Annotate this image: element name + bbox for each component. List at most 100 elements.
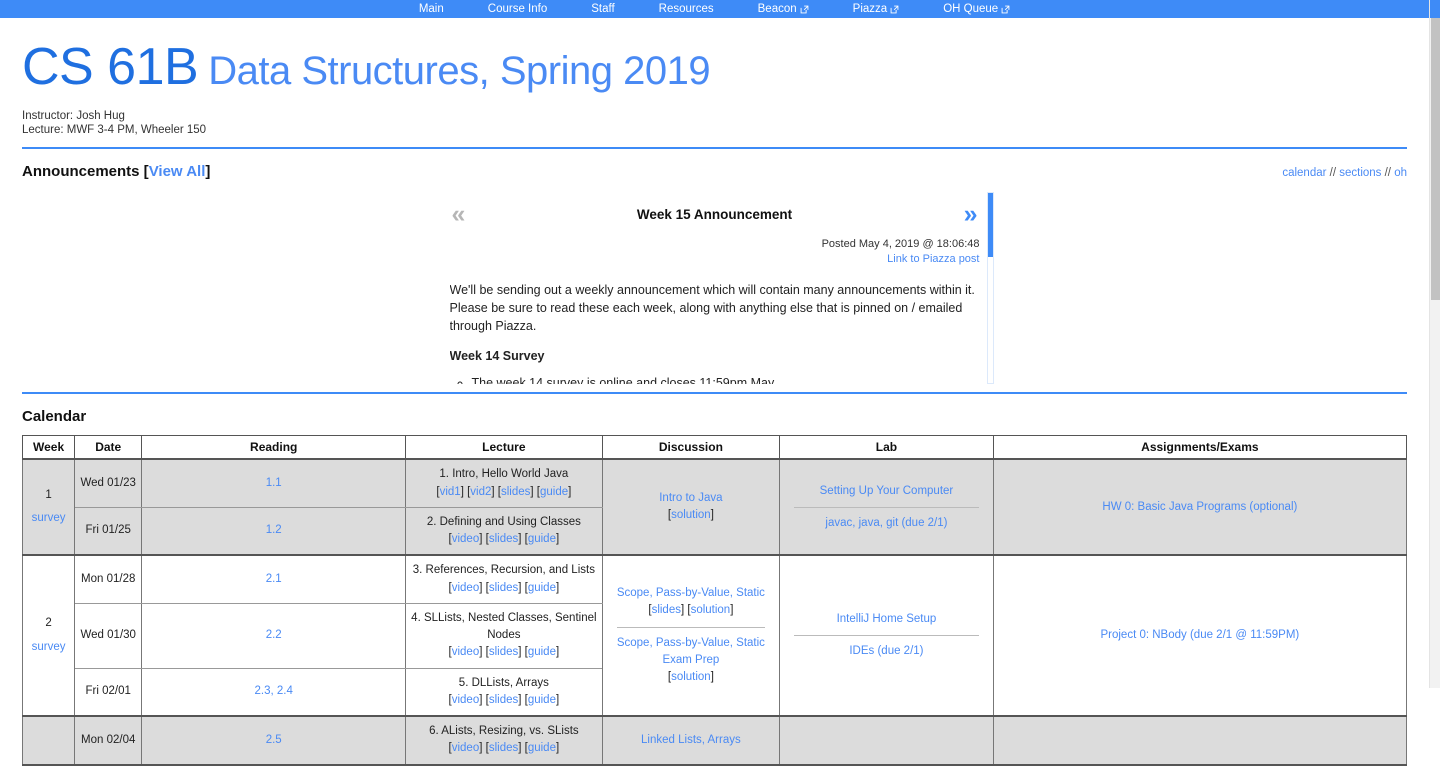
resource-link-guide[interactable]: guide xyxy=(528,646,556,658)
lecture-title: 1. Intro, Hello World Java xyxy=(439,468,569,481)
course-subtitle: Data Structures, Spring 2019 xyxy=(208,49,711,93)
calendar-table: Week Date Reading Lecture Discussion Lab Assig… xyxy=(21,435,1408,766)
week-cell: 1 survey xyxy=(21,458,76,556)
resource-link-slides[interactable]: slides xyxy=(489,742,518,754)
lab-link[interactable]: IDEs (due 2/1) xyxy=(849,645,923,657)
resource-link-slides[interactable]: slides xyxy=(501,486,530,498)
resource-link-video[interactable]: video xyxy=(452,582,480,594)
resource-link-guide[interactable]: guide xyxy=(528,533,556,545)
sections-link[interactable]: sections xyxy=(1339,167,1381,179)
resource-link-slides[interactable]: slides xyxy=(489,694,518,706)
resource-link-guide[interactable]: guide xyxy=(528,582,556,594)
date-cell: Wed 01/30 xyxy=(74,602,143,669)
quick-links: calendar // sections // oh xyxy=(1282,167,1407,179)
resource-link-solution[interactable]: solution xyxy=(671,509,711,521)
resource-link-video[interactable]: video xyxy=(452,742,480,754)
resource-link-slides[interactable]: slides xyxy=(489,646,518,658)
resource-link-video[interactable]: video xyxy=(452,694,480,706)
calendar-column-header-reading: Reading xyxy=(141,435,407,460)
window-scrollbar[interactable] xyxy=(1429,0,1440,688)
resource-link-solution[interactable]: solution xyxy=(671,671,711,683)
discussion-entry: Intro to Java [solution] xyxy=(607,490,776,525)
lab-link[interactable]: IntelliJ Home Setup xyxy=(837,613,937,625)
announcement-posted-block: Posted May 4, 2019 @ 18:06:48 Link to Pi… xyxy=(450,237,980,267)
lab-link[interactable]: javac, java, git (due 2/1) xyxy=(825,517,947,529)
lab-link[interactable]: Setting Up Your Computer xyxy=(820,485,954,497)
resource-link-vid1[interactable]: vid1 xyxy=(440,486,461,498)
resource-link-slides[interactable]: slides xyxy=(652,604,681,616)
nav-item-label: Piazza xyxy=(852,3,888,15)
assignments-cell: Project 0: NBody (due 2/1 @ 11:59PM) xyxy=(992,554,1408,717)
assignment-link[interactable]: HW 0: Basic Java Programs (optional) xyxy=(1102,501,1297,513)
assignments-cell xyxy=(992,715,1408,766)
instructor-line: Instructor: Josh Hug xyxy=(22,109,125,122)
nav-item-label: Course Info xyxy=(487,3,548,15)
calendar-table-head: Week Date Reading Lecture Discussion Lab Assig… xyxy=(21,435,1408,460)
resource-link-list: [video] [slides] [guide] xyxy=(449,646,560,658)
date-cell: Wed 01/23 xyxy=(74,458,143,508)
oh-link[interactable]: oh xyxy=(1394,167,1407,179)
resource-link-guide[interactable]: guide xyxy=(528,742,556,754)
reading-link[interactable]: 1.1 xyxy=(266,477,282,489)
lecture-title: 2. Defining and Using Classes xyxy=(426,515,581,528)
view-all-link[interactable]: View All xyxy=(149,163,206,180)
next-announcement-icon[interactable]: » xyxy=(962,202,980,227)
cell-divider xyxy=(794,506,979,508)
course-header: CS 61B Data Structures, Spring 2019 Instr… xyxy=(22,18,1407,150)
reading-link[interactable]: 2.3, 2.4 xyxy=(255,685,293,697)
nav-item-resources[interactable]: Resources xyxy=(637,0,736,18)
resource-link-guide[interactable]: guide xyxy=(528,694,556,706)
discussion-link[interactable]: Scope, Pass-by-Value, Static Exam Prep xyxy=(617,637,765,666)
lecture-cell: 6. ALists, Resizing, vs. SLists [video] [… xyxy=(405,715,603,766)
lab-cell: IntelliJ Home Setup IDEs (due 2/1) xyxy=(779,554,994,717)
reading-cell: 2.1 xyxy=(141,554,407,604)
lab-entry: IntelliJ Home Setup xyxy=(784,611,989,628)
discussion-link[interactable]: Linked Lists, Arrays xyxy=(641,734,741,746)
bracket-close: ] xyxy=(555,693,560,706)
resource-link-guide[interactable]: guide xyxy=(540,486,568,498)
assignment-link[interactable]: Project 0: NBody (due 2/1 @ 11:59PM) xyxy=(1100,629,1299,641)
resource-link-slides[interactable]: slides xyxy=(489,533,518,545)
calendar-link[interactable]: calendar xyxy=(1282,167,1326,179)
nav-item-label: Resources xyxy=(658,3,714,15)
announcement-scrollbar[interactable] xyxy=(986,192,994,385)
announcement-subheading: Week 14 Survey xyxy=(449,349,545,364)
nav-item-main[interactable]: Main xyxy=(397,0,466,18)
resource-link-list: [slides] [solution] xyxy=(648,604,733,616)
lecture-title: 4. SLLists, Nested Classes, Sentinel Nod… xyxy=(411,611,597,642)
week-survey-link[interactable]: survey xyxy=(27,639,70,656)
date-cell: Fri 01/25 xyxy=(74,506,143,557)
reading-link[interactable]: 2.1 xyxy=(266,573,282,585)
resource-link-vid2[interactable]: vid2 xyxy=(470,486,491,498)
nav-item-staff[interactable]: Staff xyxy=(569,0,636,18)
cell-divider xyxy=(616,626,766,628)
reading-link[interactable]: 2.2 xyxy=(266,629,282,641)
piazza-post-link[interactable]: Link to Piazza post xyxy=(450,252,979,267)
week-survey-link[interactable]: survey xyxy=(27,510,70,527)
resource-link-solution[interactable]: solution xyxy=(691,604,731,616)
window-scrollbar-thumb[interactable] xyxy=(1431,18,1440,300)
previous-announcement-icon[interactable]: « xyxy=(450,202,468,227)
nav-item-oh-queue[interactable]: OH Queue xyxy=(921,0,1032,18)
nav-item-course-info[interactable]: Course Info xyxy=(466,0,569,18)
reading-link[interactable]: 2.5 xyxy=(266,734,282,746)
announcement-scrollbar-thumb[interactable] xyxy=(987,193,993,258)
discussion-cell: Scope, Pass-by-Value, Static [slides] [so… xyxy=(601,554,781,717)
reading-cell: 2.3, 2.4 xyxy=(141,667,407,718)
announcements-heading-text: Announcements [ xyxy=(22,163,149,181)
bracket-close: ] xyxy=(710,509,714,522)
discussion-link[interactable]: Intro to Java xyxy=(659,492,722,504)
calendar-column-header-assignments-exams: Assignments/Exams xyxy=(992,435,1408,460)
resource-link-video[interactable]: video xyxy=(452,646,480,658)
nav-item-piazza[interactable]: Piazza xyxy=(831,0,922,18)
calendar-column-header-week: Week xyxy=(21,435,76,460)
resource-link-slides[interactable]: slides xyxy=(489,582,518,594)
top-navigation-bar: Main Course Info Staff Resources Beacon Piazz… xyxy=(0,0,1429,18)
reading-link[interactable]: 1.2 xyxy=(266,524,282,536)
lecture-cell: 3. References, Recursion, and Lists [vide… xyxy=(405,554,603,604)
resource-link-video[interactable]: video xyxy=(452,533,480,545)
resource-link-list: [vid1] [vid2] [slides] [guide] xyxy=(436,486,571,498)
nav-item-beacon[interactable]: Beacon xyxy=(736,0,831,18)
discussion-link[interactable]: Scope, Pass-by-Value, Static xyxy=(617,587,765,599)
page-title: CS 61B Data Structures, Spring 2019 xyxy=(22,40,1407,95)
